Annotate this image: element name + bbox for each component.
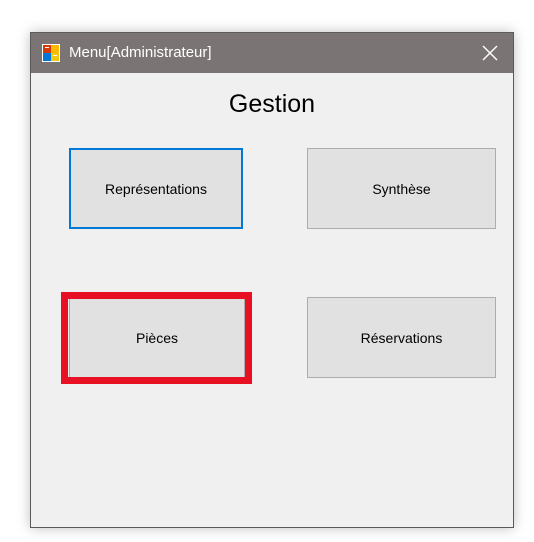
title-bar[interactable]: Menu[Administrateur] bbox=[31, 33, 513, 73]
window-title: Menu[Administrateur] bbox=[69, 44, 212, 61]
page-title: Gestion bbox=[228, 90, 316, 118]
close-icon bbox=[482, 45, 498, 61]
representations-button[interactable]: Représentations bbox=[69, 148, 243, 229]
form-app-icon bbox=[42, 44, 60, 62]
highlight-box bbox=[61, 292, 252, 384]
menu-window: Menu[Administrateur] Gestion Représentat… bbox=[30, 32, 514, 528]
reservations-button[interactable]: Réservations bbox=[307, 297, 496, 378]
synthese-button[interactable]: Synthèse bbox=[307, 148, 496, 229]
close-button[interactable] bbox=[467, 33, 513, 73]
